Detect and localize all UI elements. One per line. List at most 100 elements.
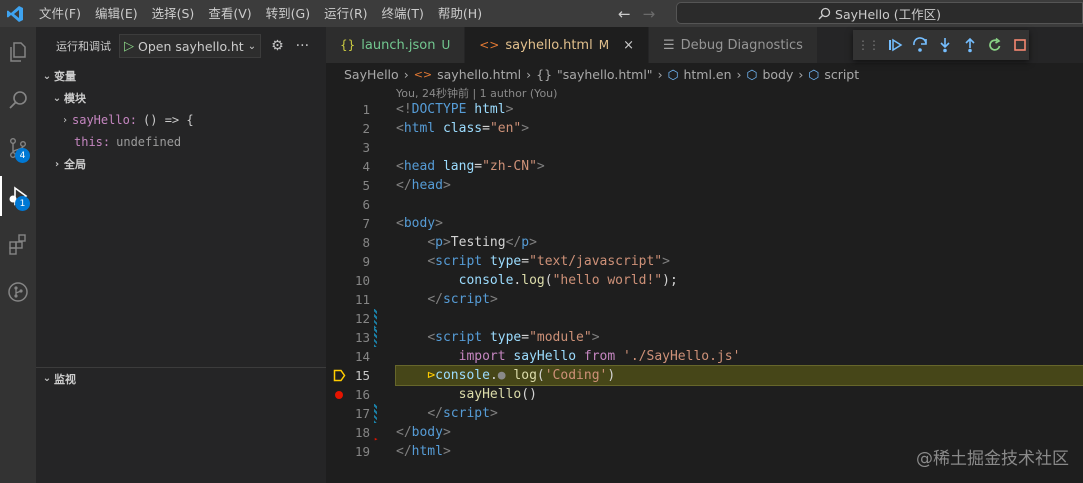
chevron-right-icon: ›	[61, 114, 69, 126]
drag-handle-icon[interactable]: ⋮⋮	[857, 38, 880, 52]
inline-breakpoint-dot-icon[interactable]: ●	[498, 368, 506, 383]
sidebar-title: 运行和调试	[56, 40, 111, 53]
breadcrumb-item[interactable]: SayHello	[344, 67, 399, 82]
element-icon: ⬡	[746, 66, 758, 82]
code-line[interactable]: 12	[326, 309, 1083, 328]
code-line[interactable]: 2 <html class="en">	[326, 119, 1083, 138]
search-icon[interactable]	[0, 80, 36, 120]
tab-label: sayhello.html	[505, 37, 593, 53]
code-line[interactable]: 6	[326, 195, 1083, 214]
code-line[interactable]: 18 ▸ </body>	[326, 423, 1083, 443]
menu-edit[interactable]: 编辑(E)	[88, 0, 145, 27]
breadcrumb: SayHello › <> sayhello.html › {} "sayhel…	[326, 63, 1083, 85]
line-number: 12	[354, 311, 370, 326]
step-over-icon[interactable]	[911, 36, 929, 55]
scope-module[interactable]: ⌄ 模块	[36, 87, 326, 109]
code-line[interactable]: 17 </script>	[326, 404, 1083, 423]
tab-launch-json[interactable]: {} launch.json U	[326, 27, 466, 63]
sidebar-header: 运行和调试 ▷ Open sayhello.ht ⌄ ⚙ ···	[36, 27, 326, 65]
close-icon[interactable]: ×	[623, 38, 634, 53]
source-control-icon[interactable]: 4	[0, 128, 36, 168]
command-center[interactable]: SayHello (工作区)	[676, 2, 1083, 24]
line-number: 18	[354, 425, 370, 440]
extensions-icon[interactable]	[0, 224, 36, 264]
breadcrumb-item[interactable]: html.en	[683, 67, 731, 82]
codelens-blame[interactable]: You, 24秒钟前 | 1 author (You)	[396, 85, 557, 101]
code-line[interactable]: 11 </script>	[326, 290, 1083, 309]
run-debug-icon[interactable]: 1	[0, 176, 36, 216]
code-line[interactable]: 9 <script type="text/javascript">	[326, 252, 1083, 271]
inline-breakpoint-icon[interactable]: ⊳	[427, 368, 435, 383]
variables-section-header[interactable]: ⌄ 变量	[36, 65, 326, 87]
variable-row[interactable]: › sayHello: () => {	[36, 109, 326, 131]
modified-gutter-marker	[374, 404, 377, 423]
element-icon: ⬡	[808, 66, 820, 82]
restart-icon[interactable]	[986, 36, 1004, 55]
line-number: 8	[362, 235, 370, 250]
braces-icon: {}	[536, 66, 553, 82]
scope-global[interactable]: › 全局	[36, 153, 326, 175]
code-line[interactable]: 14 import sayHello from './SayHello.js'	[326, 347, 1083, 366]
code-line[interactable]: 4 <head lang="zh-CN">	[326, 157, 1083, 176]
tab-label: launch.json	[361, 37, 436, 53]
menu-terminal[interactable]: 终端(T)	[375, 0, 431, 27]
code-line[interactable]: 3	[326, 138, 1083, 157]
step-out-icon[interactable]	[961, 36, 979, 55]
explorer-icon[interactable]	[0, 32, 36, 72]
git-graph-icon[interactable]	[0, 272, 36, 312]
code-line[interactable]: 1 <!DOCTYPE html>	[326, 100, 1083, 119]
title-bar: 文件(F) 编辑(E) 选择(S) 查看(V) 转到(G) 运行(R) 终端(T…	[0, 0, 1083, 27]
back-arrow-icon[interactable]: ←	[618, 5, 631, 23]
code-line[interactable]: 10 console.log("hello world!");	[326, 271, 1083, 290]
watch-label: 监视	[54, 372, 76, 386]
source-control-badge: 4	[15, 148, 30, 163]
tab-label: Debug Diagnostics	[680, 37, 803, 53]
watermark: @稀土掘金技术社区	[916, 449, 1069, 469]
current-execution-line[interactable]: 15 ⊳console.● log('Coding')	[326, 365, 1083, 386]
breakpoint-icon[interactable]	[332, 385, 346, 404]
continue-icon[interactable]	[886, 36, 904, 55]
menu-help[interactable]: 帮助(H)	[431, 0, 489, 27]
menu-view[interactable]: 查看(V)	[201, 0, 258, 27]
variable-value: undefined	[116, 135, 182, 149]
current-frame-icon[interactable]	[332, 366, 346, 385]
start-debugging-icon[interactable]: ▷	[124, 39, 134, 54]
menu-bar: 文件(F) 编辑(E) 选择(S) 查看(V) 转到(G) 运行(R) 终端(T…	[32, 0, 489, 27]
line-number: 3	[362, 140, 370, 155]
stop-icon[interactable]	[1011, 36, 1029, 55]
more-actions-icon[interactable]: ···	[296, 38, 309, 54]
json-file-icon: {}	[340, 38, 356, 52]
activity-bar: 4 1	[0, 27, 36, 483]
code-line[interactable]: 8 <p>Testing</p>	[326, 233, 1083, 252]
line-number: 14	[354, 349, 370, 364]
line-number: 6	[362, 197, 370, 212]
menu-run[interactable]: 运行(R)	[317, 0, 374, 27]
chevron-right-icon: ›	[403, 66, 409, 82]
menu-file[interactable]: 文件(F)	[32, 0, 88, 27]
forward-arrow-icon[interactable]: →	[643, 5, 656, 23]
vscode-logo-icon	[4, 3, 26, 25]
step-into-icon[interactable]	[936, 36, 954, 55]
nav-arrows: ← →	[618, 0, 655, 27]
tab-sayhello-html[interactable]: <> sayhello.html M ×	[465, 27, 649, 63]
code-line[interactable]: 13 <script type="module">	[326, 328, 1083, 347]
chevron-down-icon: ⌄	[247, 40, 257, 52]
tab-debug-diagnostics[interactable]: ☰ Debug Diagnostics	[648, 27, 818, 63]
launch-config-select[interactable]: ▷ Open sayhello.ht ⌄	[119, 34, 262, 58]
chevron-right-icon: ›	[798, 66, 804, 82]
breadcrumb-item[interactable]: sayhello.html	[437, 67, 521, 82]
gear-icon[interactable]: ⚙	[271, 38, 284, 54]
breadcrumb-item[interactable]: "sayhello.html"	[557, 67, 653, 82]
variable-value: () => {	[143, 113, 194, 127]
line-number: 5	[362, 178, 370, 193]
code-line[interactable]: 16 sayHello()	[326, 385, 1083, 404]
watch-section-header[interactable]: ⌄ 监视	[36, 367, 326, 389]
breadcrumb-item[interactable]: script	[824, 67, 859, 82]
variable-row[interactable]: this: undefined	[36, 131, 326, 153]
code-line[interactable]: 5 </head>	[326, 176, 1083, 195]
chevron-right-icon: ›	[736, 66, 742, 82]
code-line[interactable]: 7 <body>	[326, 214, 1083, 233]
menu-selection[interactable]: 选择(S)	[145, 0, 202, 27]
menu-go[interactable]: 转到(G)	[259, 0, 317, 27]
breadcrumb-item[interactable]: body	[762, 67, 793, 82]
